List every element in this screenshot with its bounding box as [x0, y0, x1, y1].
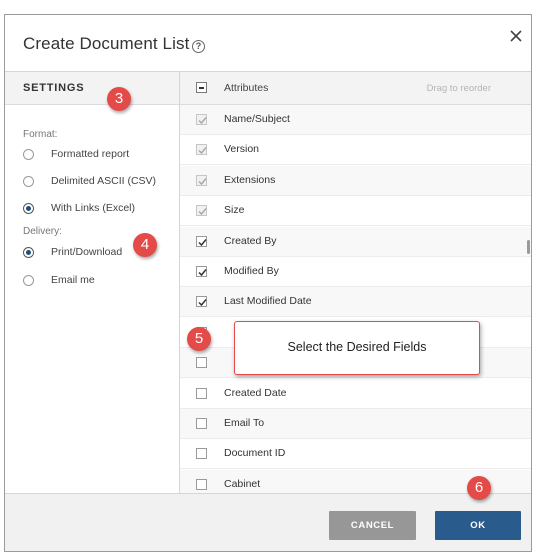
attribute-row[interactable]: Email To: [180, 409, 531, 439]
radio-csv[interactable]: [23, 175, 34, 187]
callout-text: Select the Desired Fields: [287, 340, 427, 354]
settings-panel: SETTINGS Format: Formatted report Delimi…: [5, 72, 179, 493]
radio-email-me[interactable]: [23, 274, 34, 286]
dialog-footer: CANCEL OK: [5, 493, 531, 551]
attributes-heading: Attributes: [224, 82, 269, 94]
settings-header: SETTINGS: [5, 72, 179, 105]
checkmark-icon: [198, 177, 207, 185]
attribute-label: Modified By: [224, 265, 279, 277]
attribute-checkbox[interactable]: [196, 357, 207, 369]
delivery-option-email-me[interactable]: Email me: [23, 272, 95, 288]
annotation-badge-4: 4: [133, 233, 157, 257]
radio-label: With Links (Excel): [51, 202, 136, 214]
radio-label: Print/Download: [51, 246, 123, 258]
scrollbar-thumb[interactable]: [527, 240, 530, 254]
attribute-row[interactable]: Document ID: [180, 439, 531, 470]
radio-excel[interactable]: [23, 202, 34, 214]
checkmark-icon: [198, 208, 207, 216]
checkmark-icon: [198, 299, 207, 307]
format-option-excel[interactable]: With Links (Excel): [23, 200, 135, 216]
attribute-label: Last Modified Date: [224, 295, 312, 308]
checkmark-icon: [198, 269, 207, 277]
attribute-label: Created By: [224, 234, 277, 247]
ok-button[interactable]: OK: [435, 511, 521, 540]
radio-formatted-report[interactable]: [23, 148, 34, 160]
select-all-checkbox[interactable]: [196, 82, 207, 93]
attribute-row[interactable]: Modified By: [180, 257, 531, 287]
attribute-checkbox[interactable]: [196, 266, 207, 277]
radio-label: Formatted report: [51, 148, 130, 160]
attribute-checkbox[interactable]: [196, 387, 207, 399]
attribute-label: Email To: [224, 417, 265, 429]
attribute-checkbox: [196, 114, 207, 125]
attribute-label: Extensions: [224, 173, 276, 186]
attribute-checkbox[interactable]: [196, 478, 207, 490]
attribute-checkbox[interactable]: [196, 296, 207, 308]
attribute-row[interactable]: Last Modified Date: [180, 287, 531, 318]
attribute-label: Version: [224, 143, 260, 156]
close-icon[interactable]: [507, 27, 525, 45]
attribute-row[interactable]: Extensions: [180, 165, 531, 196]
attribute-checkbox[interactable]: [196, 448, 207, 460]
annotation-badge-6: 6: [467, 476, 491, 500]
attribute-row[interactable]: Created Date: [180, 379, 531, 409]
format-label: Format:: [23, 129, 58, 140]
settings-heading: SETTINGS: [23, 82, 85, 94]
dialog-title: Create Document List: [23, 34, 190, 53]
checkmark-icon: [198, 117, 207, 125]
format-option-formatted-report[interactable]: Formatted report: [23, 146, 129, 162]
radio-print-download[interactable]: [23, 246, 34, 258]
attribute-label: Document ID: [224, 447, 286, 460]
checkmark-icon: [198, 238, 207, 246]
attribute-checkbox: [196, 174, 207, 186]
attribute-row[interactable]: Name/Subject: [180, 105, 531, 135]
attributes-header: Attributes Drag to reorder: [180, 72, 531, 105]
attribute-checkbox[interactable]: [196, 235, 207, 247]
attribute-row[interactable]: Size: [180, 196, 531, 227]
delivery-label: Delivery:: [23, 226, 62, 237]
annotation-badge-5: 5: [187, 327, 211, 351]
annotation-callout: Select the Desired Fields: [234, 321, 480, 375]
radio-label: Email me: [51, 274, 95, 286]
radio-label: Delimited ASCII (CSV): [51, 175, 157, 187]
format-option-csv[interactable]: Delimited ASCII (CSV): [23, 173, 156, 189]
delivery-option-print-download[interactable]: Print/Download: [23, 244, 122, 260]
attribute-checkbox: [196, 205, 207, 217]
attribute-checkbox: [196, 144, 207, 156]
drag-hint: Drag to reorder: [426, 83, 491, 94]
help-icon[interactable]: ?: [192, 40, 205, 53]
attribute-label: Size: [224, 204, 245, 217]
attribute-label: Created Date: [224, 386, 287, 399]
checkmark-icon: [198, 147, 207, 155]
attribute-row[interactable]: Created By: [180, 226, 531, 257]
attribute-label: Name/Subject: [224, 113, 290, 125]
attribute-checkbox[interactable]: [196, 418, 207, 429]
annotation-badge-3: 3: [107, 87, 131, 111]
attributes-list: Name/Subject Version Extensions Size Created…: [180, 105, 531, 493]
cancel-button[interactable]: CANCEL: [329, 511, 416, 540]
create-document-list-dialog: Create Document List ? SETTINGS Format: …: [4, 14, 532, 552]
attribute-row[interactable]: Version: [180, 135, 531, 166]
attribute-label: Cabinet: [224, 477, 261, 490]
